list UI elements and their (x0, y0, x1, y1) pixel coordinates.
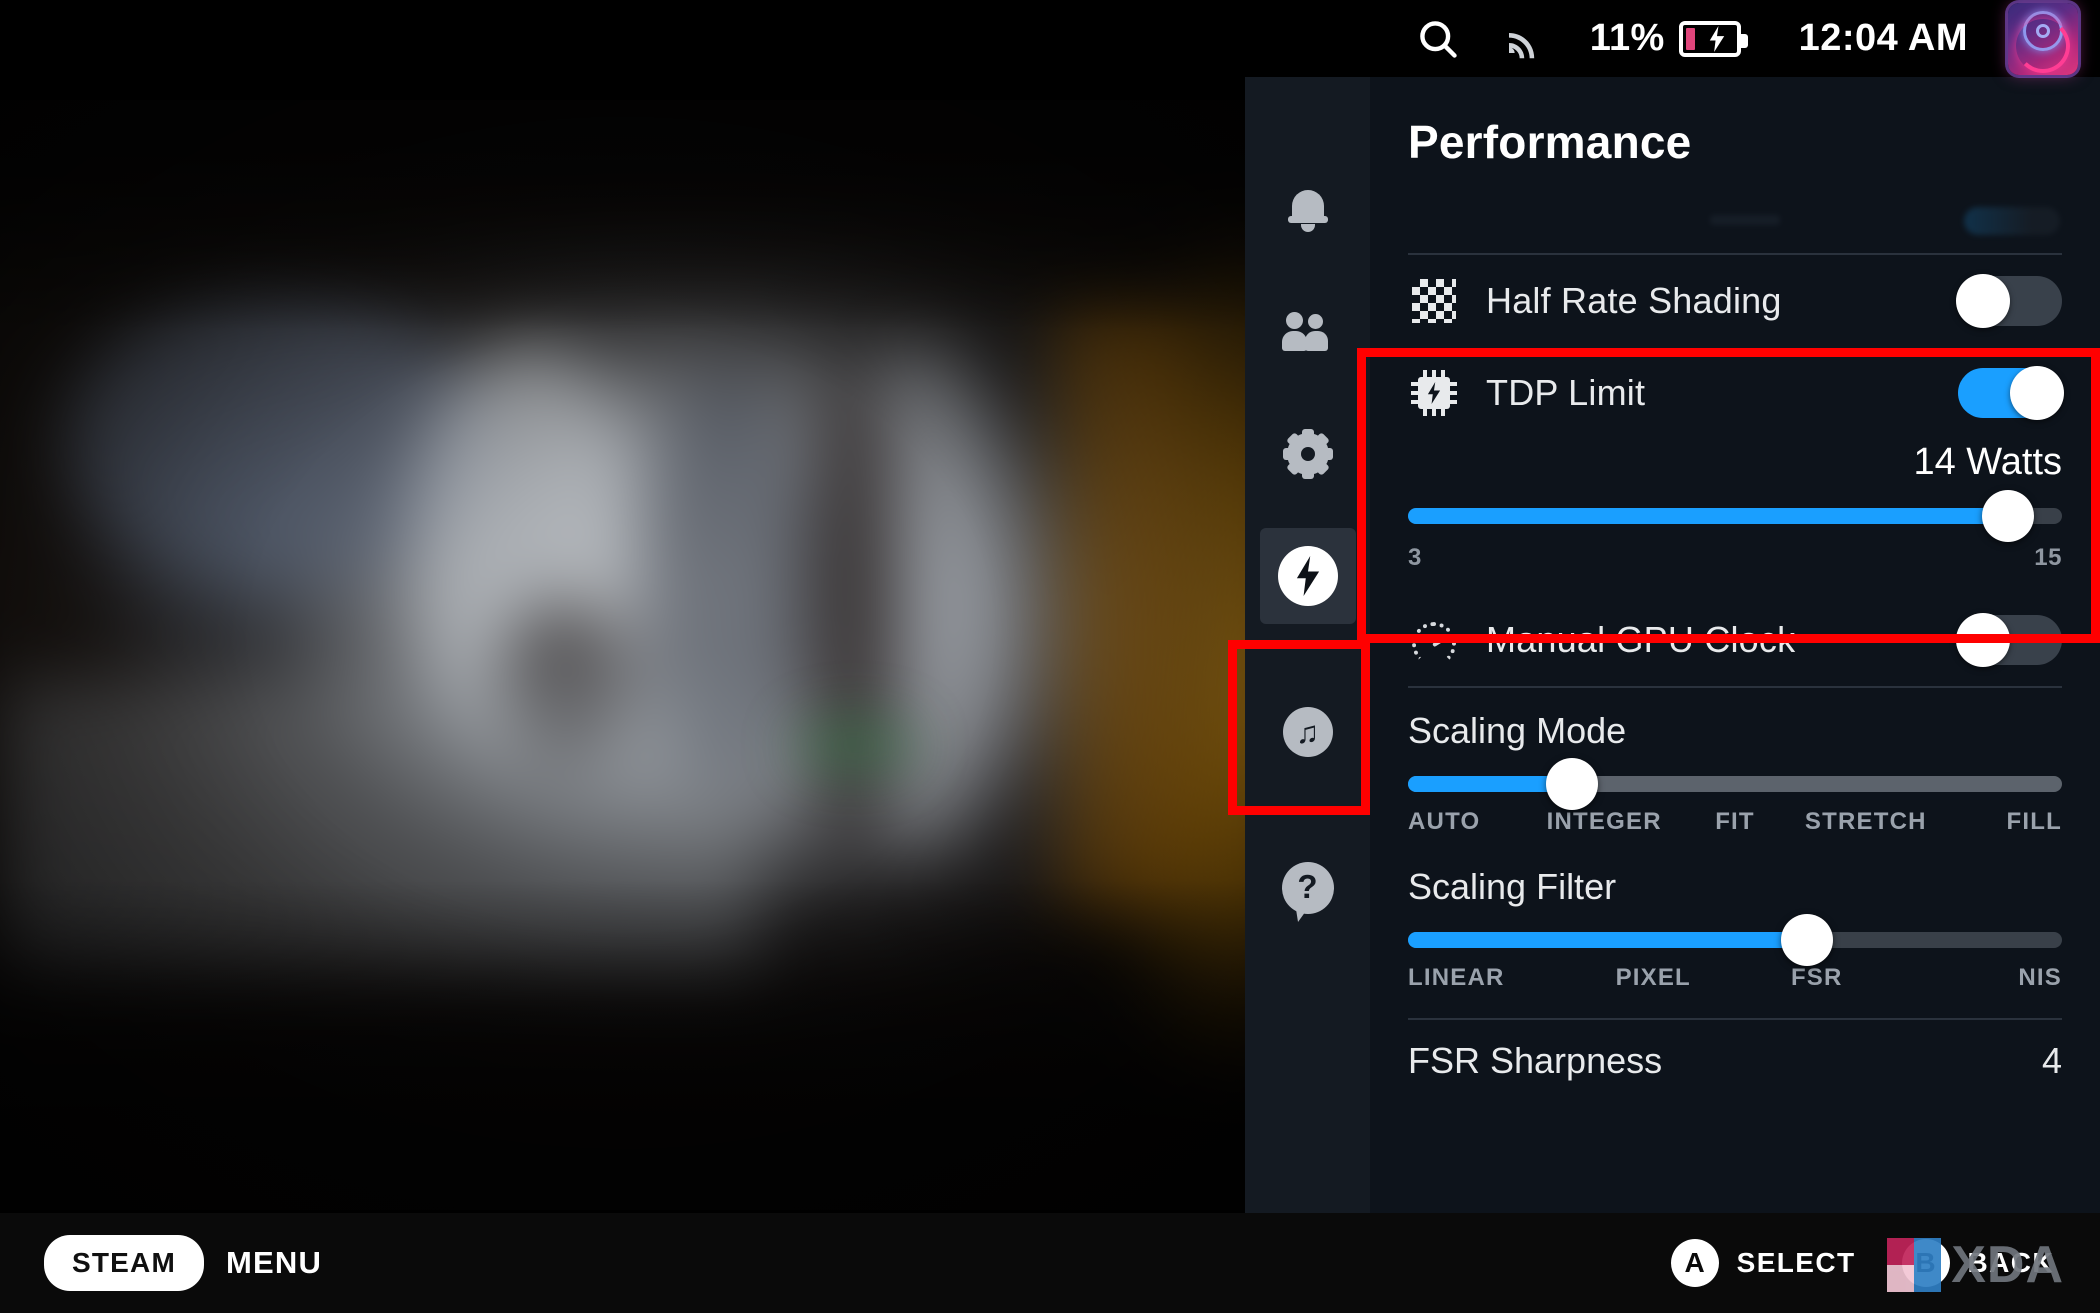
sidebar-item-notifications[interactable] (1260, 162, 1356, 258)
scrolled-off-row (1370, 197, 2100, 253)
panel-scroll-area[interactable]: Half Rate Shading TDP Limit 14 Watts 3 1… (1370, 197, 2100, 1213)
scaling-filter-option-fsr[interactable]: FSR (1735, 964, 1899, 992)
scaling-mode-option-integer[interactable]: INTEGER (1539, 808, 1670, 836)
fsr-sharpness-label: FSR Sharpness (1408, 1040, 1663, 1081)
scaling-filter-options: LINEAR PIXEL FSR NIS (1408, 964, 2062, 992)
game-background (0, 100, 1245, 1210)
scaling-mode-option-auto[interactable]: AUTO (1408, 808, 1539, 836)
bell-icon (1286, 188, 1330, 232)
quick-access-sidebar: ♫ ? (1245, 77, 1370, 1213)
scaling-filter-slider-block[interactable]: LINEAR PIXEL FSR NIS (1370, 914, 2100, 992)
page-title: Performance (1408, 116, 1692, 168)
sidebar-item-settings[interactable] (1260, 406, 1356, 502)
lightning-bolt-icon (1277, 546, 1338, 606)
select-hint[interactable]: A SELECT (1670, 1239, 1856, 1287)
music-note-icon: ♫ (1282, 707, 1333, 757)
half-rate-shading-label: Half Rate Shading (1486, 280, 1782, 321)
menu-label: MENU (226, 1245, 323, 1280)
wifi-icon[interactable] (1502, 18, 1544, 60)
sidebar-item-performance[interactable] (1259, 528, 1356, 624)
manual-gpu-clock-label: Manual GPU Clock (1486, 619, 1796, 660)
tdp-limit-slider[interactable] (1408, 490, 2062, 542)
checkerboard-icon (1408, 275, 1460, 327)
scaling-mode-slider[interactable] (1408, 758, 2062, 810)
clock: 12:04 AM (1798, 17, 1968, 59)
battery-percent: 11% (1589, 17, 1665, 59)
manual-gpu-clock-toggle[interactable] (1956, 613, 2062, 667)
bottom-bar: STEAM MENU A SELECT B BACK (0, 1213, 2100, 1313)
scaling-mode-option-stretch[interactable]: STRETCH (1800, 808, 1931, 836)
avatar[interactable] (2008, 2, 2078, 75)
scaling-mode-slider-block[interactable]: AUTO INTEGER FIT STRETCH FILL (1370, 758, 2100, 836)
back-label: BACK (1967, 1247, 2054, 1278)
row-manual-gpu-clock[interactable]: Manual GPU Clock (1370, 594, 2100, 686)
half-rate-shading-toggle[interactable] (1956, 274, 2062, 328)
scaling-mode-option-fit[interactable]: FIT (1670, 808, 1801, 836)
steam-deck-quick-access-screen: 11% 12:04 AM ♫ ? Performance Half Rate S… (0, 0, 2100, 1313)
scaling-mode-option-fill[interactable]: FILL (1931, 808, 2062, 836)
search-icon[interactable] (1416, 17, 1460, 61)
gauge-icon (1408, 614, 1460, 666)
row-tdp-limit[interactable]: TDP Limit (1370, 347, 2100, 439)
scaling-filter-option-nis[interactable]: NIS (1899, 964, 2063, 992)
tdp-limit-toggle[interactable] (1958, 366, 2064, 420)
tdp-limit-min: 3 (1408, 544, 1422, 571)
scaling-filter-slider[interactable] (1408, 914, 2062, 966)
tdp-limit-label: TDP Limit (1486, 372, 1646, 413)
select-label: SELECT (1736, 1247, 1856, 1278)
tdp-limit-value: 14 Watts (1913, 441, 2062, 483)
sidebar-item-music[interactable]: ♫ (1260, 684, 1356, 780)
sidebar-item-friends[interactable] (1260, 284, 1356, 380)
back-hint[interactable]: B BACK (1901, 1239, 2054, 1287)
scaling-mode-label: Scaling Mode (1408, 710, 1627, 751)
gear-icon (1282, 429, 1333, 479)
question-mark-icon: ? (1281, 862, 1334, 922)
tdp-limit-max: 15 (2034, 544, 2062, 571)
tdp-limit-slider-block[interactable]: 3 15 (1370, 490, 2100, 572)
scaling-filter-label: Scaling Filter (1408, 866, 1617, 907)
fsr-sharpness-value: 4 (2041, 1040, 2062, 1081)
row-half-rate-shading[interactable]: Half Rate Shading (1370, 255, 2100, 347)
performance-panel: Performance Half Rate Shading TDP Limit … (1370, 77, 2100, 1213)
people-icon (1281, 312, 1334, 352)
steam-button[interactable]: STEAM (44, 1235, 204, 1291)
cpu-chip-icon (1408, 367, 1460, 419)
sidebar-item-help[interactable]: ? (1260, 840, 1356, 936)
battery-charging-icon (1678, 20, 1748, 57)
scaling-filter-option-linear[interactable]: LINEAR (1408, 964, 1572, 992)
battery-indicator: 11% (1589, 17, 1748, 60)
b-button-icon: B (1901, 1239, 1950, 1287)
row-fsr-sharpness[interactable]: FSR Sharpness 4 (1370, 1020, 2100, 1082)
status-bar: 11% 12:04 AM (0, 0, 2100, 77)
scaling-filter-option-pixel[interactable]: PIXEL (1572, 964, 1736, 992)
scaling-mode-options: AUTO INTEGER FIT STRETCH FILL (1408, 808, 2062, 836)
a-button-icon: A (1670, 1239, 1719, 1287)
